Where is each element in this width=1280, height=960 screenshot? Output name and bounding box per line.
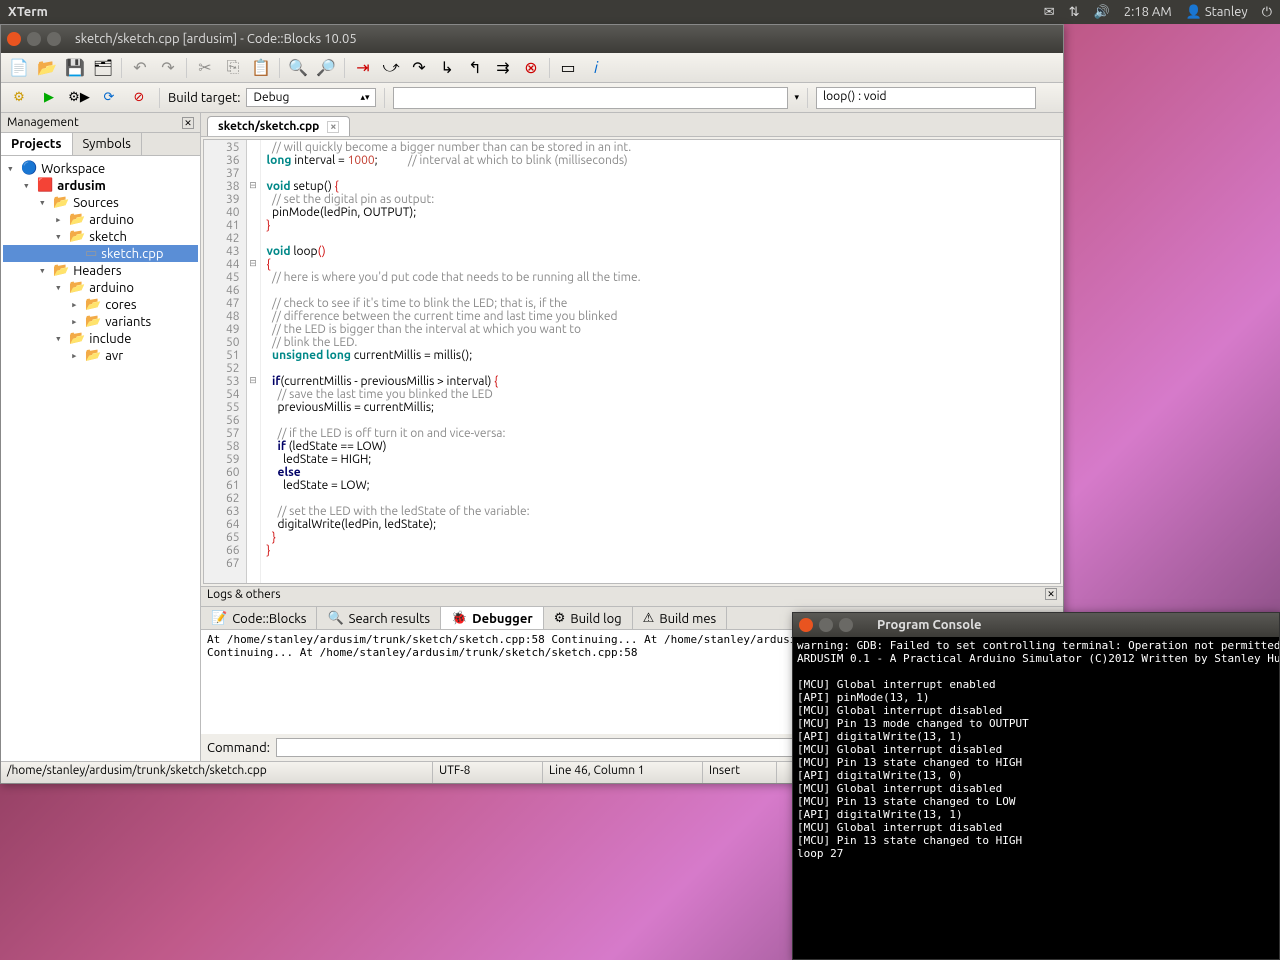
undo-icon[interactable]: ↶ xyxy=(128,57,152,79)
editor-tabstrip: sketch/sketch.cpp × xyxy=(201,113,1063,137)
log-tab-build-mes[interactable]: ⚠Build mes xyxy=(633,607,728,629)
symbol-info: loop() : void xyxy=(816,87,1036,109)
tree-avr[interactable]: ▸📂 avr xyxy=(3,347,198,364)
console-close-button[interactable] xyxy=(799,618,813,632)
console-minimize-button[interactable] xyxy=(819,618,833,632)
console-output[interactable]: warning: GDB: Failed to set controlling … xyxy=(793,637,1279,959)
next-instr-icon[interactable]: ⇉ xyxy=(491,57,515,79)
window-titlebar[interactable]: sketch/sketch.cpp [ardusim] - Code::Bloc… xyxy=(1,25,1063,53)
symbol-search-input[interactable] xyxy=(393,87,788,109)
console-maximize-button[interactable] xyxy=(839,618,853,632)
tree-workspace[interactable]: ▾🔵 Workspace xyxy=(3,160,198,177)
save-all-icon[interactable]: 🗂 xyxy=(91,57,115,79)
project-tree[interactable]: ▾🔵 Workspace▾🟥 ardusim▾📂 Sources▸📂 ardui… xyxy=(1,156,200,761)
step-into-icon[interactable]: ↳ xyxy=(435,57,459,79)
management-panel: Management ✕ Projects Symbols ▾🔵 Workspa… xyxy=(1,113,201,761)
debug-continue-icon[interactable]: ⇥ xyxy=(351,57,375,79)
tree-sketch.cpp[interactable]: ▭ sketch.cpp xyxy=(3,245,198,262)
run-icon[interactable]: ▶ xyxy=(37,87,61,109)
redo-icon[interactable]: ↷ xyxy=(156,57,180,79)
tree-headers[interactable]: ▾📂 Headers xyxy=(3,262,198,279)
cut-icon[interactable]: ✂ xyxy=(193,57,217,79)
fold-column[interactable]: ⊟⊟⊟ xyxy=(247,140,261,583)
status-insert-mode: Insert xyxy=(703,762,777,783)
console-title: Program Console xyxy=(877,618,982,632)
log-tab-debugger[interactable]: 🐞Debugger xyxy=(441,607,544,629)
build-icon[interactable]: ⚙ xyxy=(7,87,31,109)
main-toolbar: 📄 📂 💾 🗂 ↶ ↷ ✂ ⎘ 📋 🔍 🔎 ⇥ ⤻ ↷ ↳ ↰ ⇉ ⊗ ▭ i xyxy=(1,53,1063,83)
mail-icon[interactable]: ✉ xyxy=(1044,5,1055,20)
log-tab-code-blocks[interactable]: 📝Code::Blocks xyxy=(201,607,317,629)
open-file-icon[interactable]: 📂 xyxy=(35,57,59,79)
info-icon[interactable]: i xyxy=(584,57,608,79)
line-gutter[interactable]: 3536373839404142434445464748495051525354… xyxy=(204,140,247,583)
status-encoding: UTF-8 xyxy=(433,762,543,783)
clock[interactable]: 2:18 AM xyxy=(1124,5,1172,19)
status-filepath: /home/stanley/ardusim/trunk/sketch/sketc… xyxy=(1,762,433,783)
new-file-icon[interactable]: 📄 xyxy=(7,57,31,79)
tree-ardusim[interactable]: ▾🟥 ardusim xyxy=(3,177,198,194)
tab-symbols[interactable]: Symbols xyxy=(73,133,142,155)
management-tabs: Projects Symbols xyxy=(1,133,200,156)
window-minimize-button[interactable] xyxy=(27,32,41,46)
sound-icon[interactable]: 🔊 xyxy=(1094,5,1110,20)
paste-icon[interactable]: 📋 xyxy=(249,57,273,79)
logs-close-icon[interactable]: ✕ xyxy=(1045,588,1057,600)
desktop-top-panel: XTerm ✉ ⇅ 🔊 2:18 AM 👤 Stanley ⏻ xyxy=(0,0,1280,24)
tree-variants[interactable]: ▸📂 variants xyxy=(3,313,198,330)
log-tab-build-log[interactable]: ⚙Build log xyxy=(544,607,633,629)
management-title: Management xyxy=(7,116,79,129)
tree-include[interactable]: ▾📂 include xyxy=(3,330,198,347)
window-close-button[interactable] xyxy=(7,32,21,46)
rebuild-icon[interactable]: ⟳ xyxy=(97,87,121,109)
status-cursor-position: Line 46, Column 1 xyxy=(543,762,703,783)
next-line-icon[interactable]: ↷ xyxy=(407,57,431,79)
tree-sources[interactable]: ▾📂 Sources xyxy=(3,194,198,211)
logs-title: Logs & others xyxy=(207,588,281,605)
editor-tab-sketch[interactable]: sketch/sketch.cpp × xyxy=(207,116,350,136)
build-run-icon[interactable]: ⚙▶ xyxy=(67,87,91,109)
debug-windows-icon[interactable]: ▭ xyxy=(556,57,580,79)
network-icon[interactable]: ⇅ xyxy=(1069,5,1080,20)
log-tab-search-results[interactable]: 🔍Search results xyxy=(317,607,441,629)
tab-projects[interactable]: Projects xyxy=(1,133,73,155)
window-maximize-button[interactable] xyxy=(47,32,61,46)
code-editor[interactable]: 3536373839404142434445464748495051525354… xyxy=(203,139,1061,584)
window-title: sketch/sketch.cpp [ardusim] - Code::Bloc… xyxy=(75,32,357,46)
management-close-icon[interactable]: ✕ xyxy=(182,117,194,129)
tree-arduino[interactable]: ▸📂 arduino xyxy=(3,211,198,228)
replace-icon[interactable]: 🔎 xyxy=(314,57,338,79)
build-target-label: Build target: xyxy=(168,91,240,105)
close-tab-icon[interactable]: × xyxy=(327,121,339,133)
copy-icon[interactable]: ⎘ xyxy=(221,57,245,79)
tree-cores[interactable]: ▸📂 cores xyxy=(3,296,198,313)
user-menu[interactable]: 👤 Stanley xyxy=(1186,5,1248,20)
run-to-cursor-icon[interactable]: ⤻ xyxy=(379,57,403,79)
step-out-icon[interactable]: ↰ xyxy=(463,57,487,79)
command-label: Command: xyxy=(207,741,270,755)
code-content[interactable]: // will quickly become a bigger number t… xyxy=(261,140,641,583)
find-icon[interactable]: 🔍 xyxy=(286,57,310,79)
console-titlebar[interactable]: Program Console xyxy=(793,613,1279,637)
tree-arduino[interactable]: ▾📂 arduino xyxy=(3,279,198,296)
tree-sketch[interactable]: ▾📂 sketch xyxy=(3,228,198,245)
build-target-select[interactable]: Debug▴▾ xyxy=(246,88,376,107)
active-window-title: XTerm xyxy=(8,5,1044,19)
build-toolbar: ⚙ ▶ ⚙▶ ⟳ ⊘ Build target: Debug▴▾ ▾ loop(… xyxy=(1,83,1063,113)
stop-debug-icon[interactable]: ⊗ xyxy=(519,57,543,79)
save-icon[interactable]: 💾 xyxy=(63,57,87,79)
program-console-window: Program Console warning: GDB: Failed to … xyxy=(792,612,1280,960)
power-icon[interactable]: ⏻ xyxy=(1262,5,1272,20)
abort-icon[interactable]: ⊘ xyxy=(127,87,151,109)
system-tray: ✉ ⇅ 🔊 2:18 AM 👤 Stanley ⏻ xyxy=(1044,5,1272,20)
